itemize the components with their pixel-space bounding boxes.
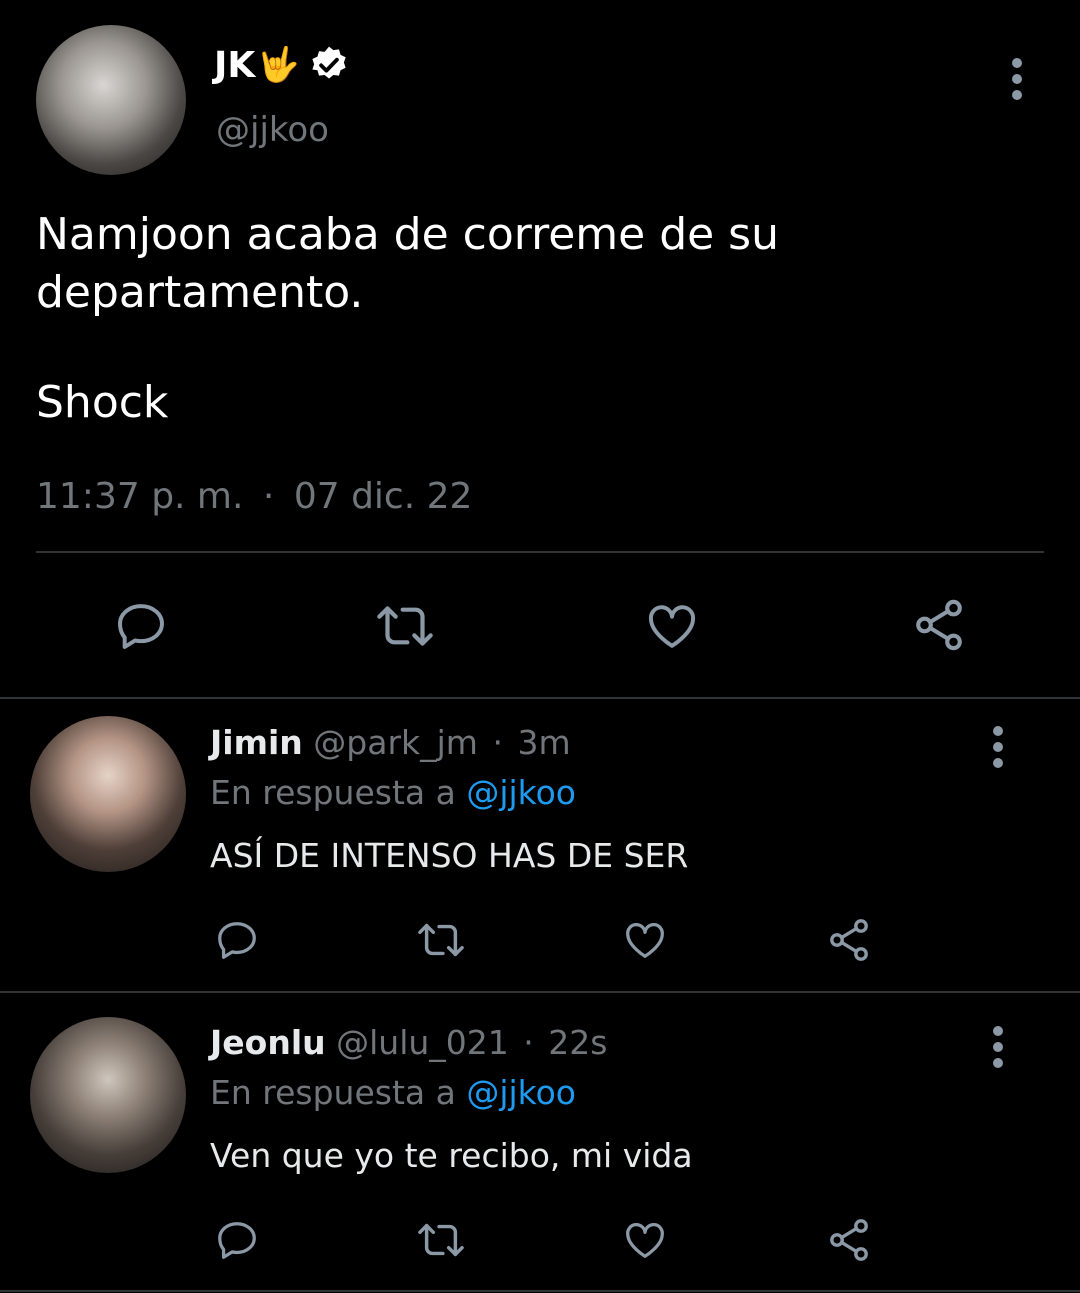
reply-prefix: En respuesta a bbox=[210, 773, 456, 812]
reply-display-name: Jeonlu bbox=[210, 1023, 326, 1062]
reply-prefix: En respuesta a bbox=[210, 1073, 456, 1112]
reply-text: Ven que yo te recibo, mi vida bbox=[210, 1136, 693, 1175]
reply-header[interactable]: Jeonlu @lulu_021 · 22s bbox=[210, 1023, 607, 1062]
verified-badge-icon bbox=[308, 44, 350, 86]
retweet-icon[interactable] bbox=[413, 917, 469, 963]
reply-header[interactable]: Jimin @park_jm · 3m bbox=[210, 723, 571, 762]
reply-age: 3m bbox=[517, 723, 571, 762]
section-divider bbox=[0, 1290, 1080, 1292]
timestamp-divider bbox=[36, 551, 1044, 553]
reply-handle: @park_jm bbox=[313, 723, 478, 762]
main-avatar[interactable] bbox=[36, 25, 186, 175]
reply-context: En respuesta a @jjkoo bbox=[210, 1073, 576, 1112]
section-divider bbox=[0, 991, 1080, 993]
share-icon[interactable] bbox=[910, 596, 968, 654]
separator-dot: · bbox=[492, 723, 503, 762]
main-author-name[interactable]: JK 🤟 bbox=[214, 44, 350, 86]
tweet-text: Namjoon acaba de correme de su departame… bbox=[36, 206, 779, 432]
section-divider bbox=[0, 697, 1080, 699]
tweet-timestamp[interactable]: 11:37 p. m. · 07 dic. 22 bbox=[36, 476, 472, 517]
reply-display-name: Jimin bbox=[210, 723, 303, 762]
like-icon[interactable] bbox=[621, 917, 669, 963]
reply-icon[interactable] bbox=[112, 598, 170, 654]
retweet-icon[interactable] bbox=[372, 598, 438, 654]
reply-handle: @lulu_021 bbox=[336, 1023, 509, 1062]
retweet-icon[interactable] bbox=[413, 1217, 469, 1263]
main-author-handle[interactable]: @jjkoo bbox=[216, 110, 329, 150]
like-icon[interactable] bbox=[621, 1217, 669, 1263]
reply-avatar[interactable] bbox=[30, 1017, 186, 1173]
name-emoji: 🤟 bbox=[257, 45, 300, 85]
share-icon[interactable] bbox=[825, 1216, 873, 1264]
tweet-date: 07 dic. 22 bbox=[293, 476, 473, 517]
share-icon[interactable] bbox=[825, 916, 873, 964]
reply-context: En respuesta a @jjkoo bbox=[210, 773, 576, 812]
separator-dot: · bbox=[262, 476, 275, 517]
tweet-text-line: Shock bbox=[36, 377, 169, 428]
tweet-text-line: departamento. bbox=[36, 267, 364, 318]
reply-age: 22s bbox=[548, 1023, 608, 1062]
tweet-time: 11:37 p. m. bbox=[36, 476, 244, 517]
more-icon[interactable] bbox=[993, 726, 1003, 774]
separator-dot: · bbox=[523, 1023, 534, 1062]
more-icon[interactable] bbox=[1012, 58, 1022, 106]
tweet-text-line: Namjoon acaba de correme de su bbox=[36, 209, 779, 260]
reply-icon[interactable] bbox=[213, 1217, 261, 1263]
like-icon[interactable] bbox=[643, 598, 701, 654]
display-name: JK bbox=[214, 44, 256, 86]
reply-to-link[interactable]: @jjkoo bbox=[466, 1073, 576, 1112]
reply-to-link[interactable]: @jjkoo bbox=[466, 773, 576, 812]
reply-text: ASÍ DE INTENSO HAS DE SER bbox=[210, 836, 689, 875]
reply-icon[interactable] bbox=[213, 917, 261, 963]
reply-avatar[interactable] bbox=[30, 716, 186, 872]
more-icon[interactable] bbox=[993, 1026, 1003, 1074]
